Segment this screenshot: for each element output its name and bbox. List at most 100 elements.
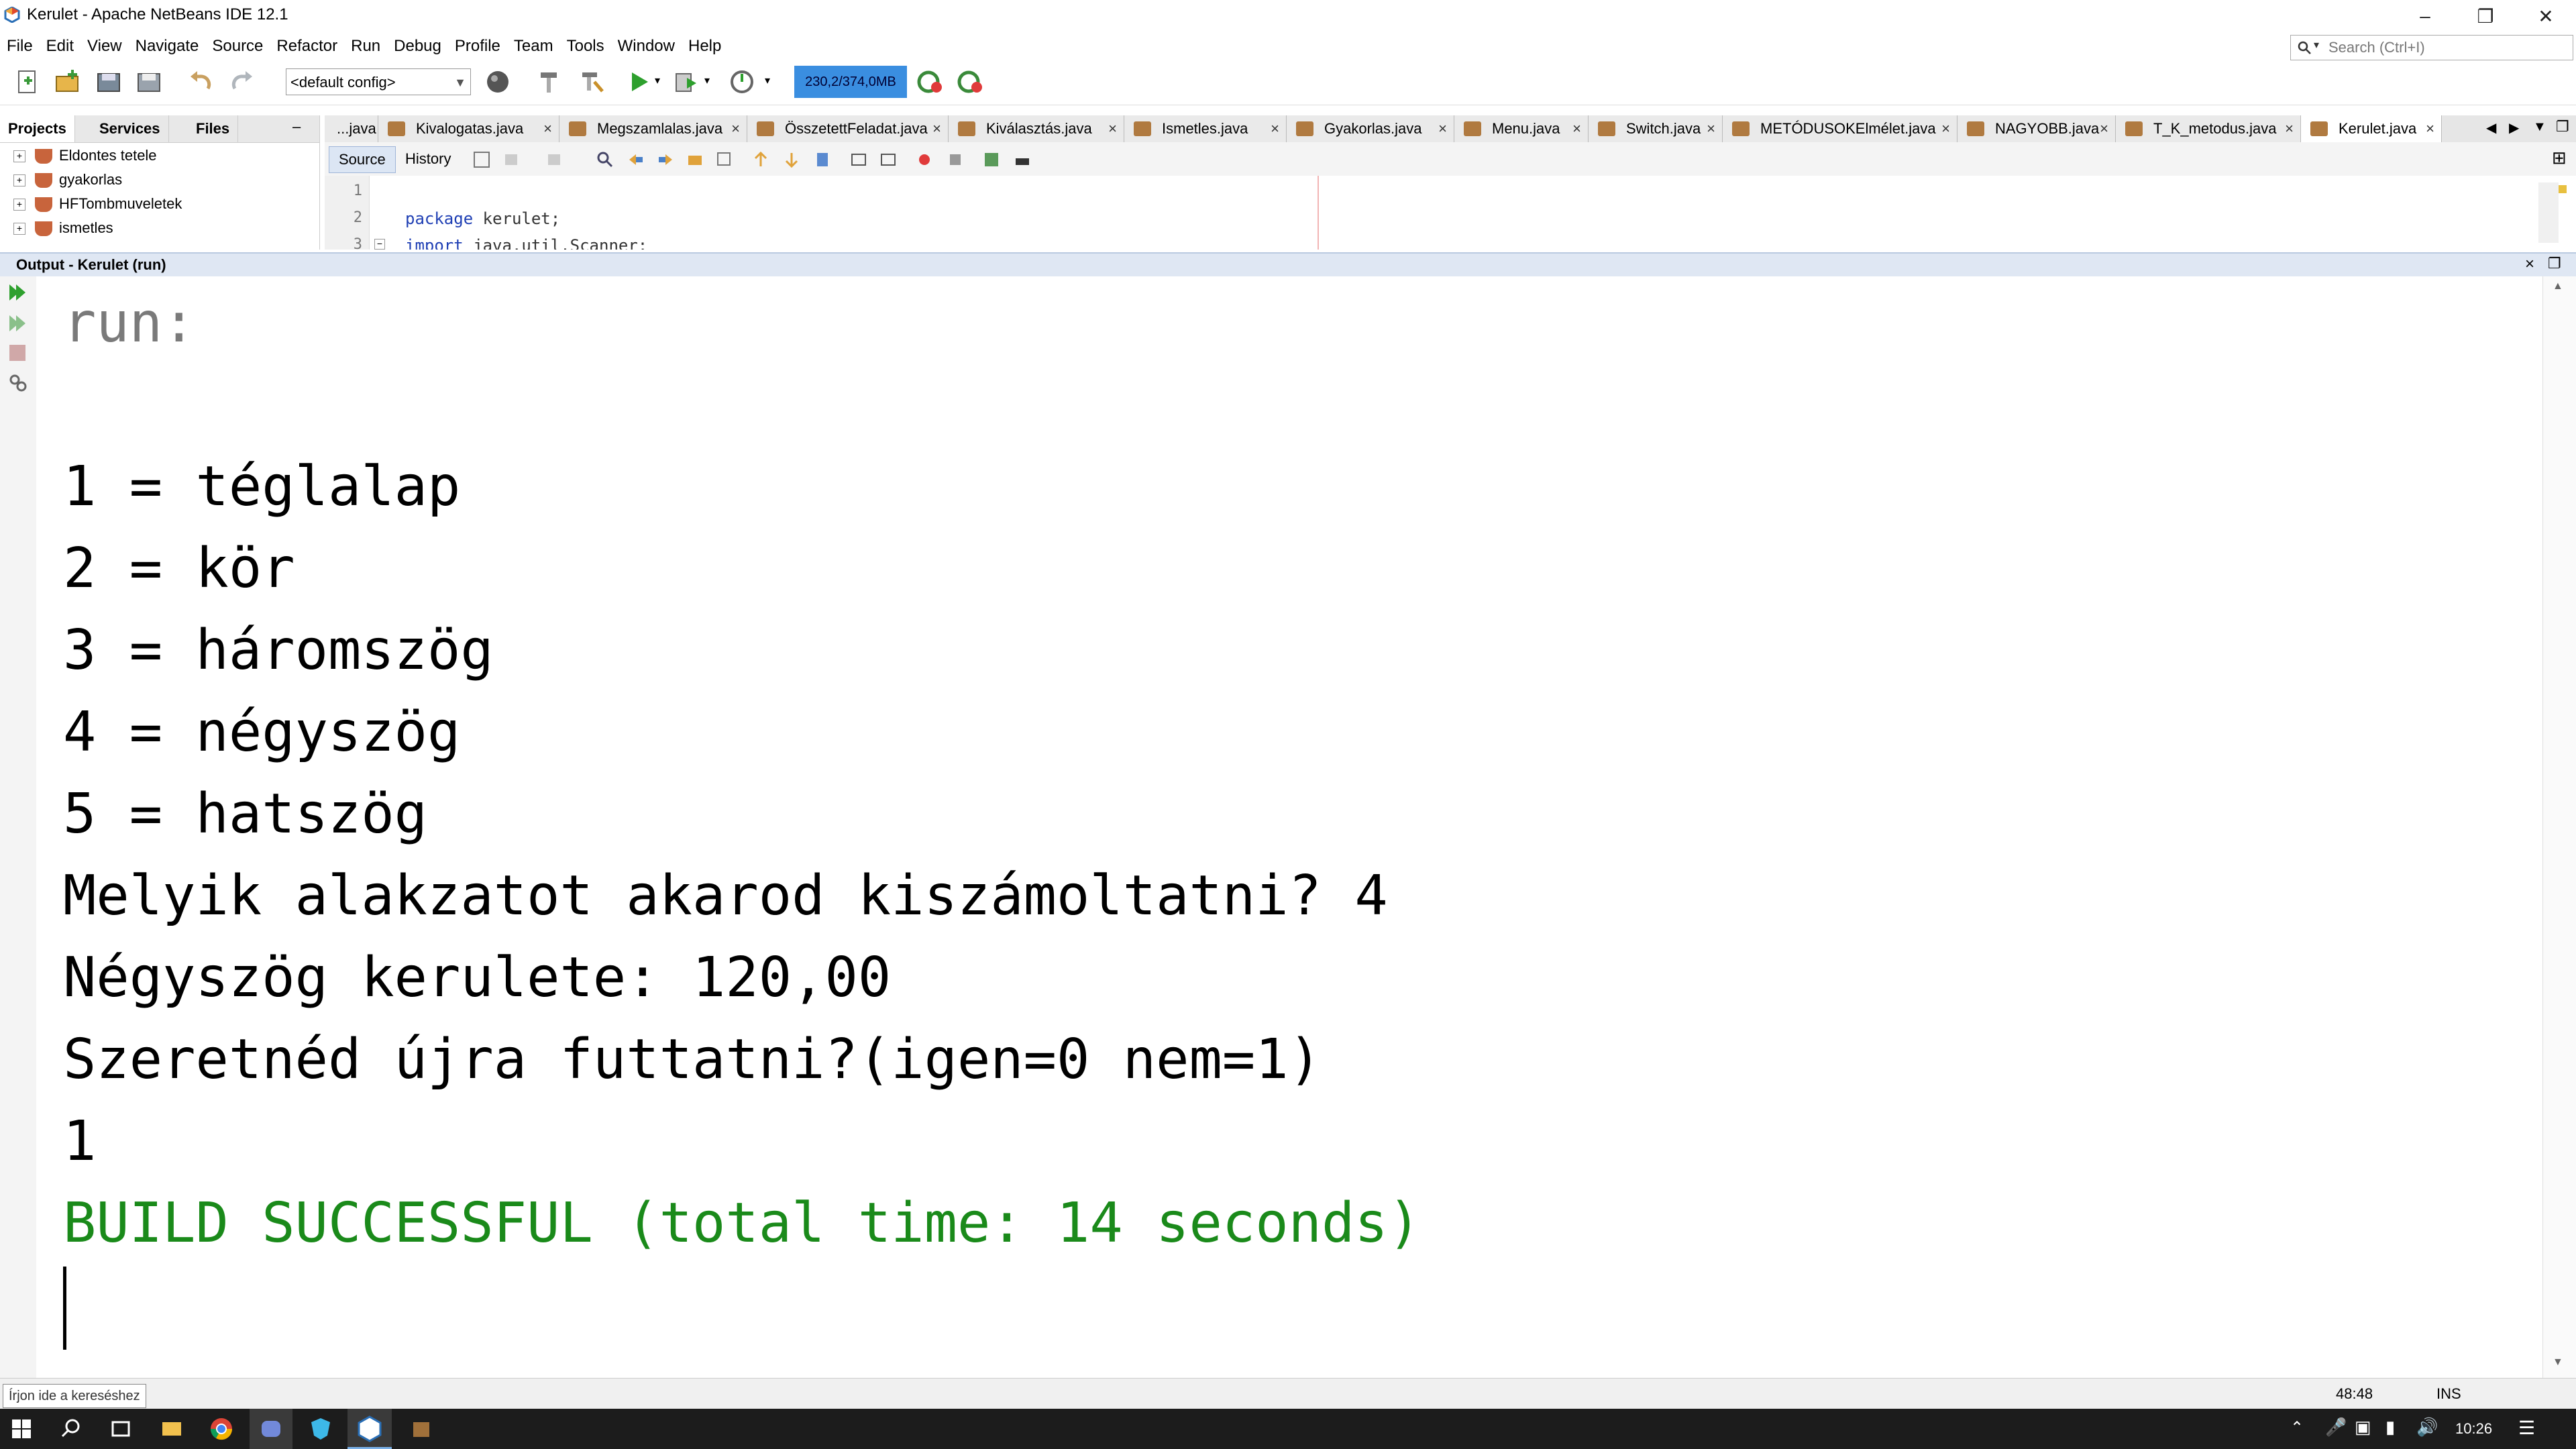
profile-project-icon[interactable] — [727, 67, 757, 97]
scroll-down-icon[interactable]: ▼ — [2553, 1356, 2563, 1368]
toggle-highlight-icon[interactable] — [715, 150, 734, 169]
windows-start-icon[interactable] — [7, 1414, 36, 1444]
run-dropdown-icon[interactable]: ▾ — [655, 74, 660, 87]
menu-profile[interactable]: Profile — [448, 32, 507, 60]
memory-indicator[interactable]: 230,2/374,0MB — [794, 66, 907, 98]
settings-icon[interactable] — [7, 372, 28, 393]
editor-tab[interactable]: Menu.java × — [1454, 115, 1589, 142]
scroll-tabs-right-icon[interactable]: ▶ — [2509, 119, 2519, 136]
editor-tab[interactable]: METÓDUSOKElmélet.java × — [1723, 115, 1957, 142]
rerun-icon[interactable] — [7, 282, 28, 303]
close-tab-icon[interactable]: × — [543, 115, 552, 142]
editor-tab[interactable]: Gyakorlas.java × — [1287, 115, 1454, 142]
close-output-icon[interactable]: × — [2525, 255, 2534, 274]
find-previous-icon[interactable] — [627, 150, 645, 169]
expand-icon[interactable]: + — [13, 150, 25, 163]
config-select[interactable]: <default config> ▼ — [286, 68, 471, 95]
check-file-icon[interactable] — [982, 150, 1001, 169]
start-macro-icon[interactable] — [915, 150, 934, 169]
search-icon[interactable] — [56, 1414, 86, 1444]
close-tab-icon[interactable]: × — [932, 115, 941, 142]
network-icon[interactable]: ▣ — [2355, 1417, 2371, 1438]
globe-icon[interactable] — [483, 67, 513, 97]
check-xml-icon[interactable] — [1013, 150, 1032, 169]
package-icon[interactable] — [407, 1414, 436, 1444]
battery-icon[interactable]: ▮ — [2385, 1417, 2395, 1438]
debug-project-icon[interactable] — [671, 67, 700, 97]
editor-tab[interactable]: Ismetles.java × — [1124, 115, 1287, 142]
maximize-editor-icon[interactable]: ❐ — [2556, 118, 2569, 136]
stop-icon[interactable] — [8, 343, 27, 362]
find-icon[interactable] — [596, 150, 614, 169]
windows-search-box[interactable]: Írjon ide a kereséshez — [3, 1384, 146, 1408]
file-explorer-icon[interactable] — [157, 1414, 186, 1444]
open-project-icon[interactable] — [94, 67, 123, 97]
next-bookmark-icon[interactable] — [782, 150, 801, 169]
editor-tab[interactable]: Kiválasztás.java × — [949, 115, 1124, 142]
close-tab-icon[interactable]: × — [1271, 115, 1279, 142]
editor-tab[interactable]: Kivalogatas.java × — [378, 115, 559, 142]
menu-source[interactable]: Source — [205, 32, 270, 60]
stop-macro-icon[interactable] — [946, 150, 965, 169]
output-scrollbar[interactable]: ▲ ▼ — [2542, 276, 2576, 1378]
gc-icon[interactable] — [915, 67, 945, 97]
notifications-icon[interactable]: ☰ — [2518, 1417, 2535, 1439]
maximize-output-icon[interactable]: ❐ — [2548, 255, 2561, 272]
error-stripe-marker[interactable] — [2559, 185, 2567, 193]
tab-projects[interactable]: Projects — [0, 115, 75, 142]
tab-services[interactable]: Services — [91, 115, 169, 142]
menu-help[interactable]: Help — [682, 32, 728, 60]
close-tab-icon[interactable]: × — [1941, 115, 1950, 142]
shift-right-icon[interactable] — [879, 150, 898, 169]
menu-window[interactable]: Window — [611, 32, 682, 60]
forward-icon[interactable] — [546, 150, 565, 169]
menu-tools[interactable]: Tools — [560, 32, 611, 60]
project-item[interactable]: + HFTombmuveletek — [13, 193, 182, 215]
tab-files[interactable]: Files — [188, 115, 239, 142]
new-project-icon[interactable] — [52, 67, 82, 97]
restore-icon[interactable]: ❐ — [2455, 0, 2516, 32]
menu-file[interactable]: File — [0, 32, 40, 60]
editor-tab[interactable]: NAGYOBB.java × — [1957, 115, 2116, 142]
save-all-icon[interactable] — [134, 67, 164, 97]
menu-edit[interactable]: Edit — [40, 32, 80, 60]
build-hammer-icon[interactable] — [534, 67, 564, 97]
clock[interactable]: 10:26 — [2455, 1409, 2492, 1449]
toggle-bookmark-icon[interactable] — [813, 150, 832, 169]
project-item[interactable]: + gyakorlas — [13, 169, 122, 191]
project-item[interactable]: + ismetles — [13, 217, 113, 239]
editor-tab[interactable]: ...java — [325, 115, 378, 142]
editor-tab-active[interactable]: Kerulet.java × — [2301, 115, 2442, 142]
close-tab-icon[interactable]: × — [2100, 115, 2108, 142]
scroll-up-icon[interactable]: ▲ — [2553, 280, 2563, 292]
editor-tab[interactable]: T_K_metodus.java × — [2116, 115, 2301, 142]
discord-taskbar-item[interactable] — [250, 1409, 292, 1449]
close-tab-icon[interactable]: × — [731, 115, 740, 142]
rerun-with-params-icon[interactable] — [7, 313, 28, 334]
expand-icon[interactable]: + — [13, 223, 25, 235]
output-console[interactable]: run: 1 = téglalap 2 = kör 3 = háromszög 4 = … — [36, 276, 2542, 1378]
volume-icon[interactable]: 🔊 — [2416, 1417, 2438, 1438]
find-next-icon[interactable] — [656, 150, 675, 169]
project-item[interactable]: + Eldontes tetele — [13, 145, 157, 166]
menu-navigate[interactable]: Navigate — [129, 32, 206, 60]
last-edit-icon[interactable] — [472, 150, 491, 169]
chrome-icon[interactable] — [207, 1414, 236, 1444]
search-input[interactable]: ▾ Search (Ctrl+I) — [2290, 35, 2573, 60]
expand-icon[interactable]: + — [13, 199, 25, 211]
expand-icon[interactable]: + — [13, 174, 25, 187]
vpn-shield-icon[interactable] — [306, 1414, 335, 1444]
minimize-icon[interactable]: – — [2395, 0, 2455, 32]
menu-view[interactable]: View — [80, 32, 129, 60]
editor-tab[interactable]: Megszamlalas.java × — [559, 115, 747, 142]
task-view-icon[interactable] — [106, 1414, 136, 1444]
menu-run[interactable]: Run — [344, 32, 387, 60]
redo-icon[interactable] — [227, 67, 256, 97]
undo-icon[interactable] — [186, 67, 216, 97]
clean-build-icon[interactable] — [577, 67, 606, 97]
find-selection-icon[interactable] — [686, 150, 704, 169]
debug-dropdown-icon[interactable]: ▾ — [704, 74, 710, 87]
pause-io-icon[interactable] — [955, 67, 985, 97]
close-icon[interactable]: ✕ — [2516, 0, 2576, 32]
close-tab-icon[interactable]: × — [1572, 115, 1581, 142]
